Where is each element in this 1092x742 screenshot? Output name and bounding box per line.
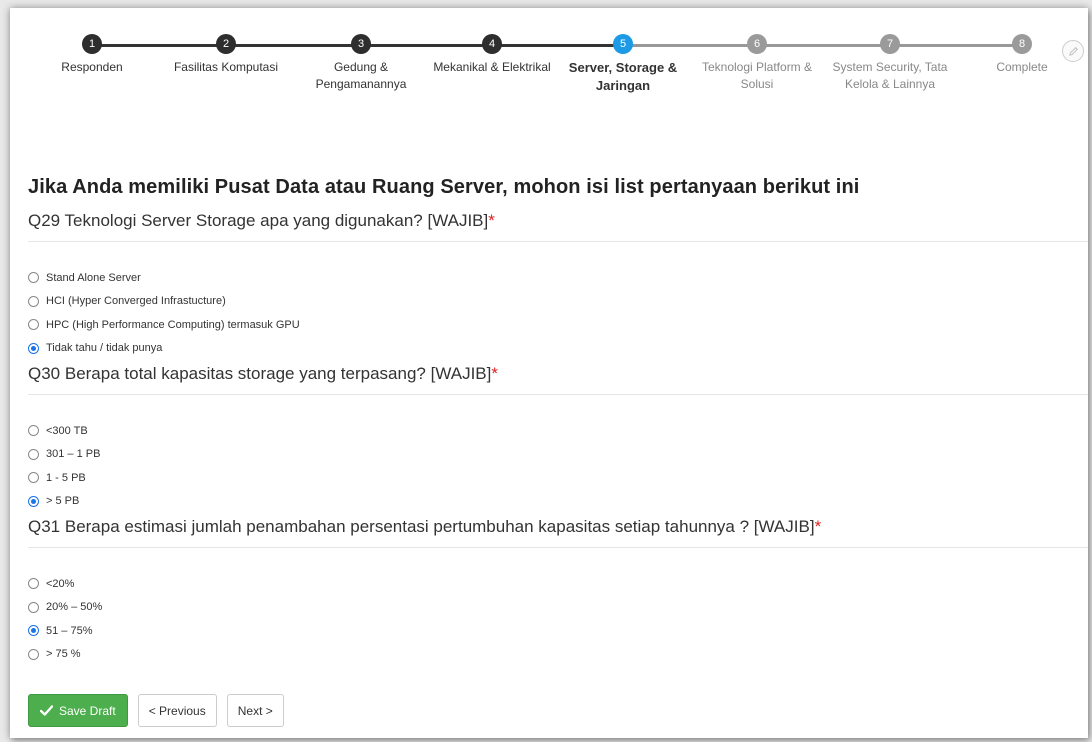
section-headline: Jika Anda memiliki Pusat Data atau Ruang… — [28, 176, 860, 198]
radio-button-selected[interactable] — [28, 342, 39, 354]
step-system-security[interactable]: 7 System Security, Tata Kelola & Lainnya — [825, 34, 955, 93]
option-list: <20% 20% – 50% 51 – 75% > 75 % — [28, 572, 1088, 666]
step-label: Server, Storage & Jaringan — [568, 60, 678, 93]
option-hci[interactable]: HCI (Hyper Converged Infrastucture) — [28, 290, 1088, 314]
step-label: Teknologi Platform & Solusi — [701, 60, 813, 91]
step-label: Complete — [996, 60, 1048, 74]
step-gedung[interactable]: 3 Gedung & Pengamanannya — [296, 34, 426, 93]
radio-button[interactable] — [28, 272, 39, 284]
radio-button[interactable] — [28, 472, 39, 484]
option-20-50[interactable]: 20% – 50% — [28, 596, 1088, 620]
question-title: Q29 Teknologi Server Storage apa yang di… — [28, 211, 1088, 242]
radio-button[interactable] — [28, 648, 39, 660]
question-q29: Q29 Teknologi Server Storage apa yang di… — [28, 211, 1088, 360]
option-301-1pb[interactable]: 301 – 1 PB — [28, 443, 1088, 467]
progress-stepper: 1 Responden 2 Fasilitas Komputasi 3 Gedu… — [10, 8, 1088, 158]
step-number: 4 — [482, 34, 502, 54]
option-list: <300 TB 301 – 1 PB 1 - 5 PB > 5 PB — [28, 419, 1088, 513]
step-fasilitas-komputasi[interactable]: 2 Fasilitas Komputasi — [161, 34, 291, 76]
step-number: 8 — [1012, 34, 1032, 54]
save-draft-button[interactable]: Save Draft — [28, 694, 128, 727]
option-over-75[interactable]: > 75 % — [28, 643, 1088, 667]
radio-button[interactable] — [28, 319, 39, 331]
question-text: Q30 Berapa total kapasitas storage yang … — [28, 364, 492, 383]
option-list: Stand Alone Server HCI (Hyper Converged … — [28, 266, 1088, 360]
question-q31: Q31 Berapa estimasi jumlah penambahan pe… — [28, 517, 1088, 666]
check-icon — [40, 705, 53, 716]
question-text: Q31 Berapa estimasi jumlah penambahan pe… — [28, 517, 815, 536]
option-under-20[interactable]: <20% — [28, 572, 1088, 596]
step-server-storage[interactable]: 5 Server, Storage & Jaringan — [558, 34, 688, 95]
option-label: HCI (Hyper Converged Infrastucture) — [46, 295, 226, 308]
radio-button[interactable] — [28, 295, 39, 307]
step-number: 2 — [216, 34, 236, 54]
required-mark: * — [491, 364, 498, 383]
option-label: HPC (High Performance Computing) termasu… — [46, 318, 300, 331]
option-label: <300 TB — [46, 424, 88, 437]
next-button[interactable]: Next > — [226, 694, 284, 727]
option-over-5pb[interactable]: > 5 PB — [28, 490, 1088, 514]
question-title: Q30 Berapa total kapasitas storage yang … — [28, 364, 1088, 395]
radio-button[interactable] — [28, 448, 39, 460]
option-label: 301 – 1 PB — [46, 448, 101, 461]
option-hpc[interactable]: HPC (High Performance Computing) termasu… — [28, 313, 1088, 337]
save-draft-label: Save Draft — [59, 703, 116, 718]
radio-button[interactable] — [28, 601, 39, 613]
step-teknologi-platform[interactable]: 6 Teknologi Platform & Solusi — [692, 34, 822, 93]
radio-button[interactable] — [28, 578, 39, 590]
question-q30: Q30 Berapa total kapasitas storage yang … — [28, 364, 1088, 513]
option-label: Tidak tahu / tidak punya — [46, 342, 163, 355]
step-responden[interactable]: 1 Responden — [27, 34, 157, 76]
radio-button-selected[interactable] — [28, 625, 39, 637]
option-label: <20% — [46, 577, 75, 590]
option-tidak-tahu[interactable]: Tidak tahu / tidak punya — [28, 337, 1088, 361]
survey-page: 1 Responden 2 Fasilitas Komputasi 3 Gedu… — [10, 8, 1088, 738]
radio-button[interactable] — [28, 425, 39, 437]
step-number: 5 — [613, 34, 633, 54]
step-mekanikal[interactable]: 4 Mekanikal & Elektrikal — [427, 34, 557, 76]
step-number: 1 — [82, 34, 102, 54]
survey-content: Jika Anda memiliki Pusat Data atau Ruang… — [28, 176, 1088, 666]
step-label: Mekanikal & Elektrikal — [433, 60, 551, 74]
option-label: > 75 % — [46, 648, 81, 661]
step-number: 6 — [747, 34, 767, 54]
step-label: Fasilitas Komputasi — [173, 60, 279, 74]
required-mark: * — [488, 211, 495, 230]
step-number: 7 — [880, 34, 900, 54]
option-label: > 5 PB — [46, 495, 80, 508]
option-label: 1 - 5 PB — [46, 471, 86, 484]
required-mark: * — [814, 517, 822, 536]
option-label: 51 – 75% — [46, 624, 93, 637]
option-under-300tb[interactable]: <300 TB — [28, 419, 1088, 443]
option-51-75[interactable]: 51 – 75% — [28, 619, 1088, 643]
form-actions: Save Draft < Previous Next > — [28, 694, 284, 727]
step-label: Gedung & Pengamanannya — [315, 60, 407, 91]
question-text: Q29 Teknologi Server Storage apa yang di… — [28, 211, 489, 230]
question-title: Q31 Berapa estimasi jumlah penambahan pe… — [28, 517, 1088, 548]
option-1-5pb[interactable]: 1 - 5 PB — [28, 466, 1088, 490]
step-number: 3 — [351, 34, 371, 54]
pencil-icon — [1068, 46, 1078, 56]
step-label: Responden — [61, 60, 123, 74]
option-label: 20% – 50% — [46, 601, 103, 614]
option-stand-alone-server[interactable]: Stand Alone Server — [28, 266, 1088, 290]
edit-button[interactable] — [1062, 40, 1084, 62]
radio-button-selected[interactable] — [28, 495, 39, 507]
option-label: Stand Alone Server — [46, 271, 141, 284]
previous-button[interactable]: < Previous — [137, 694, 217, 727]
step-label: System Security, Tata Kelola & Lainnya — [832, 60, 948, 91]
